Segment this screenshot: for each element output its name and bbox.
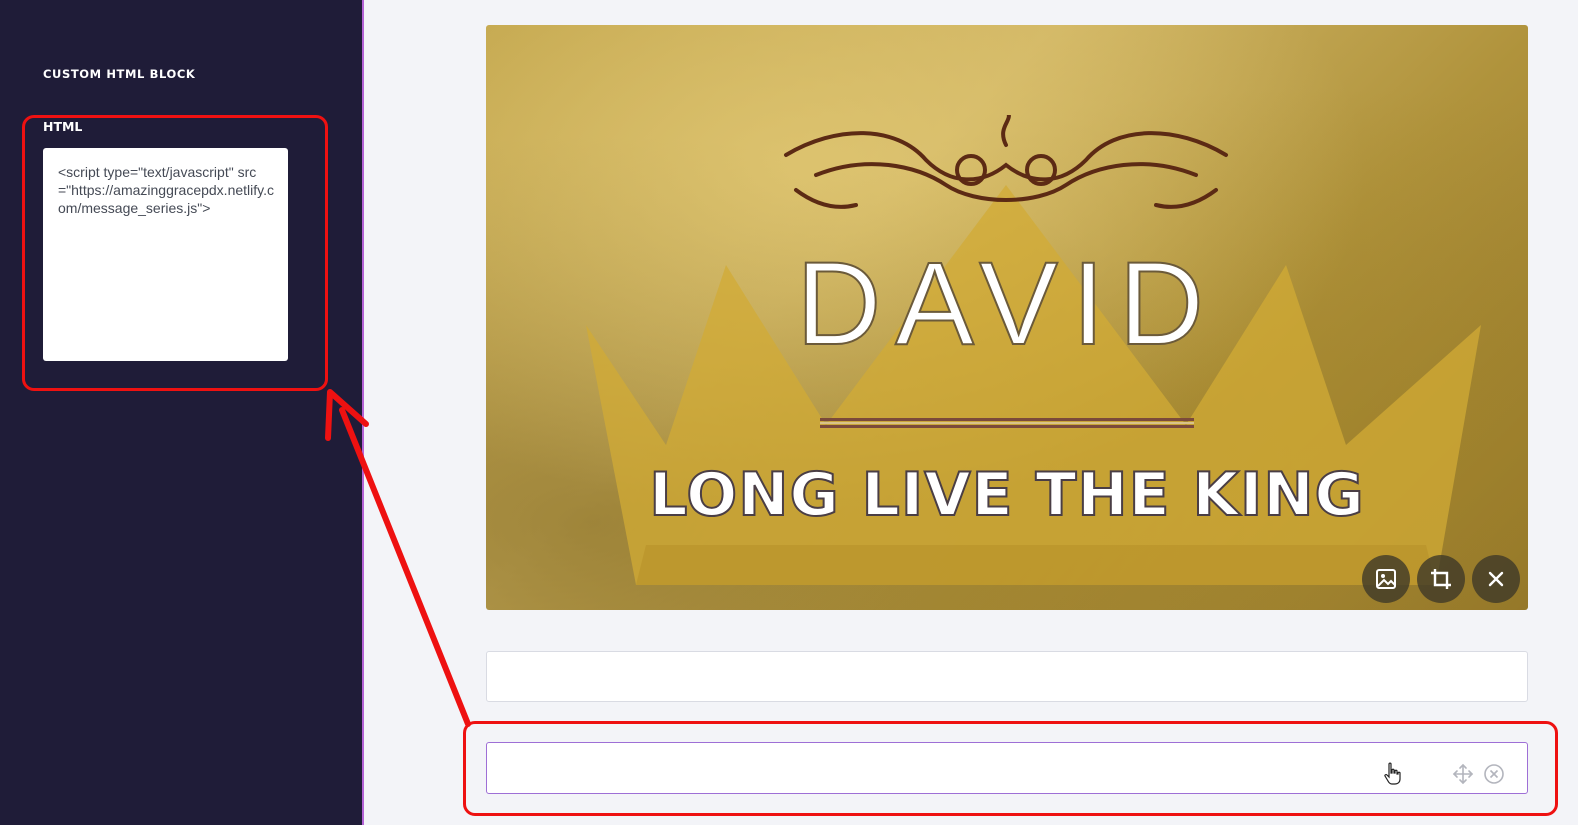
banner-divider-center [820, 422, 1194, 424]
text-block[interactable] [486, 651, 1528, 702]
banner-title: DAVID [795, 238, 1218, 370]
banner-subtitle: LONG LIVE THE KING [648, 460, 1365, 530]
crop-image-button[interactable] [1417, 555, 1465, 603]
panel-title: CUSTOM HTML BLOCK [43, 67, 196, 81]
annotation-highlight-box [22, 115, 328, 391]
ornament-flourish-icon [784, 115, 1228, 209]
image-icon [1376, 569, 1396, 589]
replace-image-button[interactable] [1362, 555, 1410, 603]
close-icon [1488, 571, 1504, 587]
annotation-highlight-box [463, 721, 1558, 816]
banner-image[interactable]: DAVID LONG LIVE THE KING [486, 25, 1528, 610]
remove-image-button[interactable] [1472, 555, 1520, 603]
crop-icon [1431, 569, 1451, 589]
sidebar-panel: CUSTOM HTML BLOCK HTML <script type="tex… [0, 0, 364, 825]
